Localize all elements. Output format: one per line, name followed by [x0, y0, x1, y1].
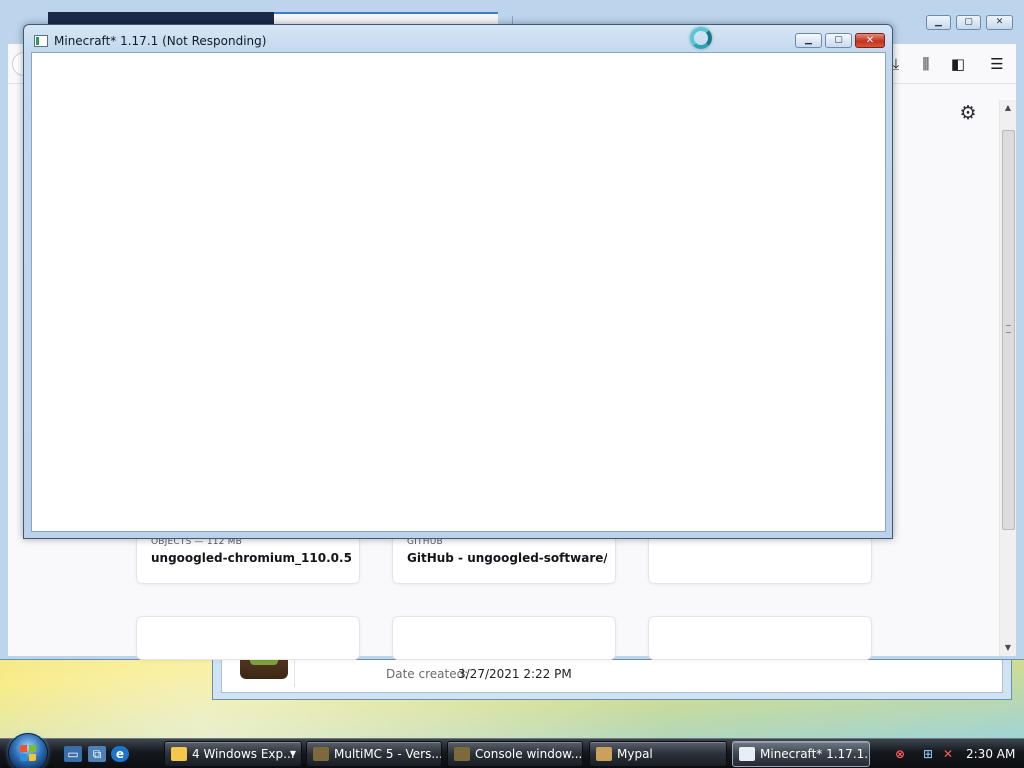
vertical-scrollbar[interactable]: ▲ ▼: [999, 100, 1016, 656]
taskbar-button-multimc[interactable]: MultiMC 5 - Vers...: [306, 741, 442, 767]
folder-icon: [171, 747, 187, 761]
scroll-thumb[interactable]: [1002, 130, 1015, 530]
taskbar-button-explorer[interactable]: 4 Windows Exp... ▼: [164, 741, 302, 767]
taskbar-button-minecraft[interactable]: Minecraft* 1.17.1...: [732, 741, 870, 767]
task-label: MultiMC 5 - Vers...: [334, 747, 442, 761]
chevron-down-icon[interactable]: ▼: [290, 742, 296, 766]
recent-card[interactable]: [648, 616, 872, 660]
taskbar-button-console[interactable]: Console window...: [447, 741, 583, 767]
gear-icon[interactable]: ⚙: [957, 102, 979, 124]
browser-tab-inactive[interactable]: [48, 12, 274, 24]
browser-close-button[interactable]: ✕: [986, 15, 1013, 30]
task-label: Minecraft* 1.17.1...: [760, 747, 870, 761]
scroll-up-button[interactable]: ▲: [1000, 100, 1016, 116]
browser-tab-active[interactable]: [274, 12, 498, 24]
minecraft-window-icon: [739, 747, 755, 761]
task-label: Mypal: [617, 747, 653, 761]
card-title: ungoogled-chromium_110.0.548...: [151, 551, 351, 565]
taskbar: ▭ ⧉ e 4 Windows Exp... ▼ MultiMC 5 - Ver…: [0, 733, 1024, 768]
show-desktop-icon[interactable]: ▭: [64, 746, 82, 762]
recent-card[interactable]: [136, 616, 360, 660]
system-clock[interactable]: 2:30 AM: [966, 739, 1015, 768]
card-title: GitHub - ungoogled-software/u...: [407, 551, 607, 565]
date-created-value: 3/27/2021 2:22 PM: [458, 667, 572, 681]
window-title: Minecraft* 1.17.1 (Not Responding): [54, 34, 267, 48]
volume-muted-icon[interactable]: ✕: [940, 746, 956, 762]
multimc-icon: [313, 747, 329, 761]
busy-cursor-icon: [690, 27, 712, 49]
window-client-area[interactable]: [31, 52, 886, 532]
task-label: Console window...: [475, 747, 583, 761]
minimize-button[interactable]: ▁: [795, 33, 822, 48]
date-created-label: Date created:: [386, 667, 469, 681]
menu-icon[interactable]: ☰: [987, 54, 1007, 74]
scroll-down-button[interactable]: ▼: [1000, 640, 1016, 656]
browser-maximize-button[interactable]: ▢: [956, 15, 981, 30]
library-icon[interactable]: ⫼: [916, 54, 936, 74]
network-icon[interactable]: ⊞: [920, 746, 936, 762]
maximize-button[interactable]: ▢: [825, 33, 852, 48]
internet-explorer-icon[interactable]: e: [111, 746, 129, 762]
security-alert-icon[interactable]: ⊗: [892, 746, 908, 762]
console-icon: [454, 747, 470, 761]
close-button[interactable]: ✕: [855, 33, 885, 48]
taskbar-button-mypal[interactable]: Mypal: [589, 741, 727, 767]
mypal-icon: [596, 747, 612, 761]
app-icon: [34, 35, 48, 47]
browser-minimize-button[interactable]: ▁: [926, 15, 951, 30]
task-label: 4 Windows Exp...: [192, 747, 295, 761]
switch-windows-icon[interactable]: ⧉: [88, 746, 106, 762]
recent-card[interactable]: [392, 616, 616, 660]
sidebar-icon[interactable]: ◧: [948, 54, 968, 74]
scroll-grip: [1006, 325, 1011, 333]
minecraft-window: Minecraft* 1.17.1 (Not Responding) ▁ ▢ ✕: [23, 24, 893, 539]
start-button[interactable]: [8, 733, 48, 768]
